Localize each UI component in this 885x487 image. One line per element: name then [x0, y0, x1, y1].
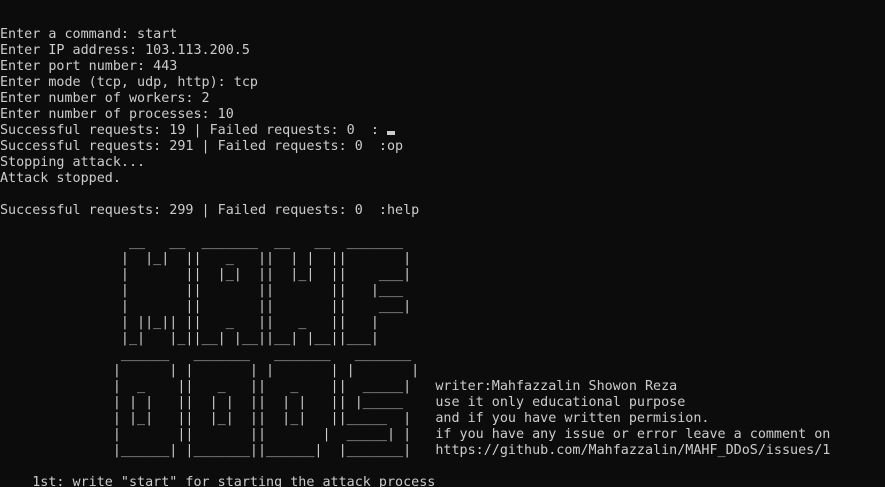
console-line: Attack stopped. — [0, 171, 121, 186]
console-line: Enter port number: 443 — [0, 59, 178, 74]
console-line: | || || || ___| — [0, 299, 412, 314]
console-line: | |_| || _ || | | || | — [0, 251, 412, 266]
console-line: Enter a command: start — [0, 27, 178, 42]
console-line: | || |_| || |_| || ___| — [0, 267, 412, 282]
console-line: | ||_|| || _ || _ || | — [0, 315, 379, 330]
console-line: Successful requests: 291 | Failed reques… — [0, 139, 404, 154]
console-line: Stopping attack... — [0, 155, 146, 170]
console-line: ______ _______ _______ _______ — [0, 347, 412, 362]
console-line: | || || | _____| | if you have any issue… — [0, 427, 831, 442]
console-line: | _ || _ || _ || _____| writer:Mahfazzal… — [0, 379, 678, 394]
console-line: Enter IP address: 103.113.200.5 — [0, 43, 250, 58]
console-line: Enter mode (tcp, udp, http): tcp — [0, 75, 258, 90]
console-line: | | | || | | || | | || |_____ use it onl… — [0, 395, 686, 410]
console-line: | |_| || |_| || |_| ||_____ | and if you… — [0, 411, 710, 426]
console-line: | | | | | | | | — [0, 363, 420, 378]
text-cursor — [386, 131, 395, 135]
console-line: Enter number of workers: 2 — [0, 91, 210, 106]
console-output: Enter a command: start Enter IP address: … — [0, 27, 830, 487]
console-line: 1st: write "start" for starting the atta… — [0, 475, 436, 487]
console-line: | || || || |___ — [0, 283, 404, 298]
console-line: Enter number of processes: 10 — [0, 107, 234, 122]
console-line: __ __ _______ __ __ _______ — [0, 235, 404, 250]
console-window[interactable]: Enter a command: start Enter IP address: … — [0, 0, 885, 487]
console-line: Successful requests: 19 | Failed request… — [0, 123, 830, 139]
console-line: |______| |_______||______| |_______| htt… — [0, 443, 831, 458]
console-line: Successful requests: 299 | Failed reques… — [0, 203, 420, 218]
console-line: |_| |_||__| |__||__| |__||___| — [0, 331, 379, 346]
